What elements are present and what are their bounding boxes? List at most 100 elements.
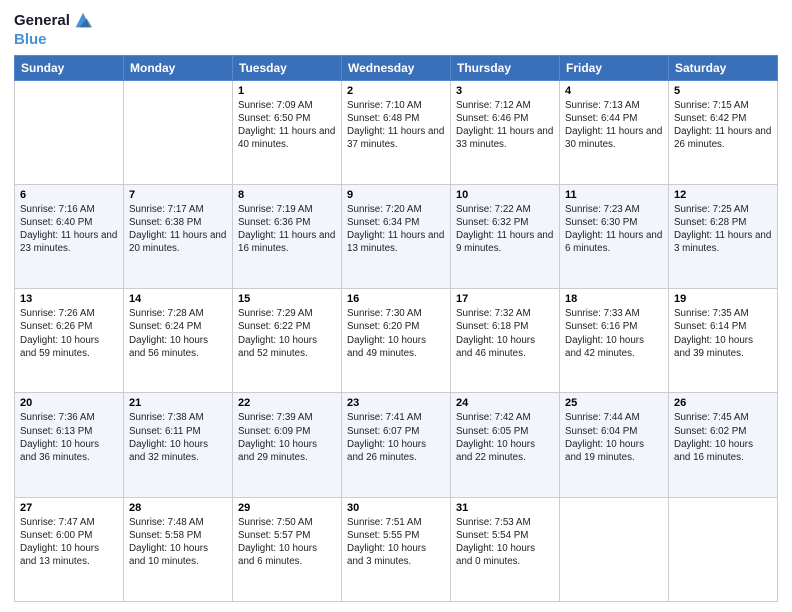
day-info: Sunrise: 7:13 AMSunset: 6:44 PMDaylight:… [565, 99, 663, 152]
page: General Blue SundayMondayTuesdayWednesda… [0, 0, 792, 612]
calendar-cell: 11 Sunrise: 7:23 AMSunset: 6:30 PMDayligh… [560, 184, 669, 288]
day-number: 30 [347, 502, 445, 514]
calendar-cell: 22 Sunrise: 7:39 AMSunset: 6:09 PMDayligh… [233, 393, 342, 497]
calendar-cell: 19 Sunrise: 7:35 AMSunset: 6:14 PMDayligh… [669, 289, 778, 393]
day-info: Sunrise: 7:23 AMSunset: 6:30 PMDaylight:… [565, 203, 663, 256]
calendar-cell: 1 Sunrise: 7:09 AMSunset: 6:50 PMDaylight… [233, 80, 342, 184]
calendar-cell: 5Sunrise: 7:15 AMSunset: 6:42 PMDaylight… [669, 80, 778, 184]
logo-text: General [14, 13, 70, 30]
day-info: Sunrise: 7:16 AMSunset: 6:40 PMDaylight:… [20, 203, 118, 256]
day-number: 19 [674, 293, 772, 305]
day-number: 16 [347, 293, 445, 305]
weekday-tuesday: Tuesday [233, 55, 342, 80]
day-info: Sunrise: 7:48 AMSunset: 5:58 PMDaylight:… [129, 516, 227, 569]
calendar-cell: 24 Sunrise: 7:42 AMSunset: 6:05 PMDayligh… [451, 393, 560, 497]
day-number: 27 [20, 502, 118, 514]
calendar-cell: 18Sunrise: 7:33 AMSunset: 6:16 PMDayligh… [560, 289, 669, 393]
day-info: Sunrise: 7:19 AMSunset: 6:36 PMDaylight:… [238, 203, 336, 256]
day-info: Sunrise: 7:30 AMSunset: 6:20 PMDaylight:… [347, 307, 445, 360]
day-number: 24 [456, 397, 554, 409]
weekday-monday: Monday [124, 55, 233, 80]
day-number: 22 [238, 397, 336, 409]
day-number: 15 [238, 293, 336, 305]
calendar-cell: 2 Sunrise: 7:10 AMSunset: 6:48 PMDaylight… [342, 80, 451, 184]
day-info: Sunrise: 7:47 AMSunset: 6:00 PMDaylight:… [20, 516, 118, 569]
day-number: 3 [456, 85, 554, 97]
logo-blue-text: Blue [14, 32, 94, 49]
day-info: Sunrise: 7:20 AMSunset: 6:34 PMDaylight:… [347, 203, 445, 256]
calendar-cell [15, 80, 124, 184]
day-number: 13 [20, 293, 118, 305]
calendar-cell: 30 Sunrise: 7:51 AMSunset: 5:55 PMDayligh… [342, 497, 451, 601]
day-info: Sunrise: 7:32 AMSunset: 6:18 PMDaylight:… [456, 307, 554, 360]
day-number: 29 [238, 502, 336, 514]
day-info: Sunrise: 7:36 AMSunset: 6:13 PMDaylight:… [20, 411, 118, 464]
calendar-cell: 3Sunrise: 7:12 AMSunset: 6:46 PMDaylight… [451, 80, 560, 184]
day-info: Sunrise: 7:22 AMSunset: 6:32 PMDaylight:… [456, 203, 554, 256]
day-info: Sunrise: 7:26 AMSunset: 6:26 PMDaylight:… [20, 307, 118, 360]
day-info: Sunrise: 7:51 AMSunset: 5:55 PMDaylight:… [347, 516, 445, 569]
day-info: Sunrise: 7:35 AMSunset: 6:14 PMDaylight:… [674, 307, 772, 360]
day-number: 20 [20, 397, 118, 409]
calendar-cell: 4 Sunrise: 7:13 AMSunset: 6:44 PMDaylight… [560, 80, 669, 184]
day-number: 8 [238, 189, 336, 201]
logo-icon [72, 10, 94, 32]
calendar-body: 1 Sunrise: 7:09 AMSunset: 6:50 PMDaylight… [15, 80, 778, 602]
day-info: Sunrise: 7:09 AMSunset: 6:50 PMDaylight:… [238, 99, 336, 152]
day-number: 2 [347, 85, 445, 97]
weekday-saturday: Saturday [669, 55, 778, 80]
calendar-cell: 12Sunrise: 7:25 AMSunset: 6:28 PMDayligh… [669, 184, 778, 288]
day-number: 7 [129, 189, 227, 201]
calendar-cell: 14Sunrise: 7:28 AMSunset: 6:24 PMDayligh… [124, 289, 233, 393]
day-number: 6 [20, 189, 118, 201]
day-info: Sunrise: 7:53 AMSunset: 5:54 PMDaylight:… [456, 516, 554, 569]
calendar-cell: 16 Sunrise: 7:30 AMSunset: 6:20 PMDayligh… [342, 289, 451, 393]
calendar-week-4: 20 Sunrise: 7:36 AMSunset: 6:13 PMDayligh… [15, 393, 778, 497]
calendar-week-2: 6 Sunrise: 7:16 AMSunset: 6:40 PMDaylight… [15, 184, 778, 288]
day-info: Sunrise: 7:50 AMSunset: 5:57 PMDaylight:… [238, 516, 336, 569]
day-number: 4 [565, 85, 663, 97]
calendar-week-3: 13 Sunrise: 7:26 AMSunset: 6:26 PMDayligh… [15, 289, 778, 393]
day-number: 21 [129, 397, 227, 409]
logo: General Blue [14, 10, 94, 49]
calendar-cell: 23Sunrise: 7:41 AMSunset: 6:07 PMDayligh… [342, 393, 451, 497]
day-number: 1 [238, 85, 336, 97]
day-number: 9 [347, 189, 445, 201]
calendar-table: SundayMondayTuesdayWednesdayThursdayFrid… [14, 55, 778, 603]
day-number: 11 [565, 189, 663, 201]
calendar-cell: 10 Sunrise: 7:22 AMSunset: 6:32 PMDayligh… [451, 184, 560, 288]
calendar-cell: 7Sunrise: 7:17 AMSunset: 6:38 PMDaylight… [124, 184, 233, 288]
day-info: Sunrise: 7:42 AMSunset: 6:05 PMDaylight:… [456, 411, 554, 464]
day-info: Sunrise: 7:29 AMSunset: 6:22 PMDaylight:… [238, 307, 336, 360]
day-number: 31 [456, 502, 554, 514]
day-info: Sunrise: 7:45 AMSunset: 6:02 PMDaylight:… [674, 411, 772, 464]
calendar-cell [560, 497, 669, 601]
day-number: 10 [456, 189, 554, 201]
day-info: Sunrise: 7:39 AMSunset: 6:09 PMDaylight:… [238, 411, 336, 464]
calendar-cell: 25 Sunrise: 7:44 AMSunset: 6:04 PMDayligh… [560, 393, 669, 497]
day-number: 28 [129, 502, 227, 514]
weekday-thursday: Thursday [451, 55, 560, 80]
day-info: Sunrise: 7:10 AMSunset: 6:48 PMDaylight:… [347, 99, 445, 152]
calendar-cell: 17Sunrise: 7:32 AMSunset: 6:18 PMDayligh… [451, 289, 560, 393]
day-info: Sunrise: 7:44 AMSunset: 6:04 PMDaylight:… [565, 411, 663, 464]
calendar-cell: 26Sunrise: 7:45 AMSunset: 6:02 PMDayligh… [669, 393, 778, 497]
weekday-sunday: Sunday [15, 55, 124, 80]
calendar-cell: 28 Sunrise: 7:48 AMSunset: 5:58 PMDayligh… [124, 497, 233, 601]
calendar-cell [124, 80, 233, 184]
calendar-cell: 27 Sunrise: 7:47 AMSunset: 6:00 PMDayligh… [15, 497, 124, 601]
day-info: Sunrise: 7:38 AMSunset: 6:11 PMDaylight:… [129, 411, 227, 464]
calendar-cell: 31 Sunrise: 7:53 AMSunset: 5:54 PMDayligh… [451, 497, 560, 601]
calendar-cell: 6 Sunrise: 7:16 AMSunset: 6:40 PMDaylight… [15, 184, 124, 288]
day-number: 18 [565, 293, 663, 305]
calendar-cell: 9 Sunrise: 7:20 AMSunset: 6:34 PMDaylight… [342, 184, 451, 288]
calendar-cell [669, 497, 778, 601]
calendar-cell: 15 Sunrise: 7:29 AMSunset: 6:22 PMDayligh… [233, 289, 342, 393]
calendar-cell: 13 Sunrise: 7:26 AMSunset: 6:26 PMDayligh… [15, 289, 124, 393]
weekday-friday: Friday [560, 55, 669, 80]
weekday-wednesday: Wednesday [342, 55, 451, 80]
day-number: 25 [565, 397, 663, 409]
calendar-cell: 20 Sunrise: 7:36 AMSunset: 6:13 PMDayligh… [15, 393, 124, 497]
calendar-cell: 8 Sunrise: 7:19 AMSunset: 6:36 PMDaylight… [233, 184, 342, 288]
header: General Blue [14, 10, 778, 49]
